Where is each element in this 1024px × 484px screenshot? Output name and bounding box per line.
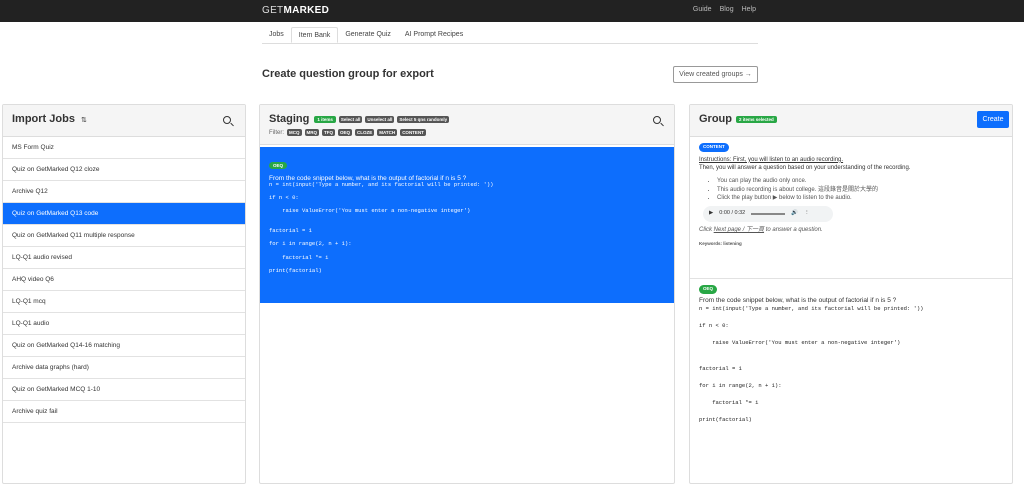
brand-logo[interactable]: GETMARKED <box>262 5 329 16</box>
bullet-about-college: This audio recording is about college. 這… <box>717 186 1003 195</box>
group-question-text: From the code snippet below, what is the… <box>699 296 897 304</box>
filter-cloze[interactable]: CLOZE <box>355 129 375 136</box>
job-list-item[interactable]: Quiz on GetMarked Q12 cloze <box>3 159 245 181</box>
brand-part2: MARKED <box>283 5 330 16</box>
view-created-groups-button[interactable]: View created groups → <box>673 66 758 83</box>
click-next-pre: Click <box>699 227 712 234</box>
filter-row: Filter: MCQ MRQ TFQ OEQ CLOZE MATCH CONT… <box>269 129 426 136</box>
sub-tabs: Jobs Item Bank Generate Quiz AI Prompt R… <box>262 27 758 44</box>
job-list-item[interactable]: MS Form Quiz <box>3 137 245 159</box>
job-list-item[interactable]: Quiz on GetMarked Q11 multiple response <box>3 225 245 247</box>
instructions-line2: Then, you will answer a question based o… <box>699 165 911 172</box>
job-list-item[interactable]: LQ-Q1 mcq <box>3 291 245 313</box>
top-navbar: GETMARKED Guide Blog Help <box>0 0 1024 22</box>
volume-icon[interactable]: 🔊 <box>791 210 798 218</box>
import-jobs-title: Import Jobs ⇅ <box>12 113 87 125</box>
search-icon[interactable] <box>223 116 231 124</box>
group-question-item[interactable]: OEQ From the code snippet below, what is… <box>690 279 1012 430</box>
question-type-badge: OEQ <box>269 162 288 169</box>
job-list-item[interactable]: Archive quiz fail <box>3 401 245 423</box>
group-panel: Group 2 items selected Create CONTENT In… <box>689 104 1013 484</box>
create-button[interactable]: Create <box>977 111 1009 128</box>
filter-label: Filter: <box>269 129 284 136</box>
job-list-item[interactable]: LQ-Q1 audio revised <box>3 247 245 269</box>
more-options-icon[interactable]: ⋮ <box>804 210 810 218</box>
bullet-play-once: You can play the audio only once. <box>717 177 1003 186</box>
filter-tfq[interactable]: TFQ <box>322 129 335 136</box>
question-code: n = int(input('Type a number, and its fa… <box>269 181 494 274</box>
staging-title: Staging <box>269 113 310 125</box>
click-next-text: Click Next page / 下一頁 to answer a questi… <box>699 226 1003 235</box>
group-header: Group 2 items selected Create <box>690 105 1012 137</box>
click-next-post: to answer a question. <box>765 227 823 234</box>
job-list-item[interactable]: Quiz on GetMarked Q14-16 matching <box>3 335 245 357</box>
page-title: Create question group for export <box>262 68 434 80</box>
filter-content[interactable]: CONTENT <box>400 129 426 136</box>
tab-ai-prompt-recipes[interactable]: AI Prompt Recipes <box>398 27 470 43</box>
import-jobs-title-text: Import Jobs <box>12 113 75 125</box>
filter-oeq[interactable]: OEQ <box>338 129 353 136</box>
job-list-item[interactable]: Archive data graphs (hard) <box>3 357 245 379</box>
filter-mcq[interactable]: MCQ <box>287 129 302 136</box>
staging-header: Staging 1 items Select all Unselect all … <box>260 105 674 145</box>
brand-part1: GET <box>262 5 284 16</box>
selected-count-badge: 2 items selected <box>736 115 777 123</box>
audio-player[interactable]: ▶ 0:00 / 0:32 🔊 ⋮ <box>703 206 833 223</box>
next-page-link[interactable]: Next page / 下一頁 <box>714 227 764 233</box>
audio-progress-bar[interactable] <box>751 213 786 216</box>
filter-mrq[interactable]: MRQ <box>304 129 319 136</box>
instructions-text: Instructions: First, you will listen to … <box>699 156 844 163</box>
group-content-item[interactable]: CONTENT Instructions: First, you will li… <box>690 137 1012 279</box>
staging-panel: Staging 1 items Select all Unselect all … <box>259 104 675 484</box>
question-card[interactable]: OEQ From the code snippet below, what is… <box>260 147 674 303</box>
unselect-all-button[interactable]: Unselect all <box>365 115 395 123</box>
job-list-item[interactable]: LQ-Q1 audio <box>3 313 245 335</box>
job-list: MS Form Quiz Quiz on GetMarked Q12 cloze A… <box>3 137 245 423</box>
tab-item-bank[interactable]: Item Bank <box>290 27 339 43</box>
tab-generate-quiz[interactable]: Generate Quiz <box>338 27 398 43</box>
audio-time: 0:00 / 0:32 <box>719 210 746 217</box>
top-nav-links: Guide Blog Help <box>693 6 756 13</box>
content-type-badge: CONTENT <box>699 143 729 152</box>
bullet-click-play: Click the play button ▶ below to listen … <box>717 194 1003 203</box>
tab-jobs[interactable]: Jobs <box>262 27 291 43</box>
nav-help[interactable]: Help <box>742 6 756 13</box>
import-jobs-header: Import Jobs ⇅ <box>3 105 245 137</box>
job-list-item[interactable]: Quiz on GetMarked MCQ 1-10 <box>3 379 245 401</box>
group-title: Group <box>699 113 732 125</box>
job-list-item[interactable]: Quiz on GetMarked Q13 code <box>3 203 245 225</box>
job-list-item[interactable]: Archive Q12 <box>3 181 245 203</box>
items-count-badge: 1 items <box>314 115 336 123</box>
play-icon[interactable]: ▶ <box>709 210 713 218</box>
import-jobs-panel: Import Jobs ⇅ MS Form Quiz Quiz on GetMar… <box>2 104 246 484</box>
job-list-item[interactable]: AHQ video Q6 <box>3 269 245 291</box>
group-question-code: n = int(input('Type a number, and its fa… <box>699 305 924 423</box>
sort-icon[interactable]: ⇅ <box>81 117 87 124</box>
select-all-button[interactable]: Select all <box>338 115 363 123</box>
question-type-badge: OEQ <box>699 285 718 294</box>
nav-guide[interactable]: Guide <box>693 6 712 13</box>
nav-blog[interactable]: Blog <box>720 6 734 13</box>
select-random-button[interactable]: Select 5 qns randomly <box>397 115 450 123</box>
keywords-label: Keywords: listening <box>699 240 742 246</box>
search-icon[interactable] <box>653 116 661 124</box>
filter-match[interactable]: MATCH <box>377 129 398 136</box>
